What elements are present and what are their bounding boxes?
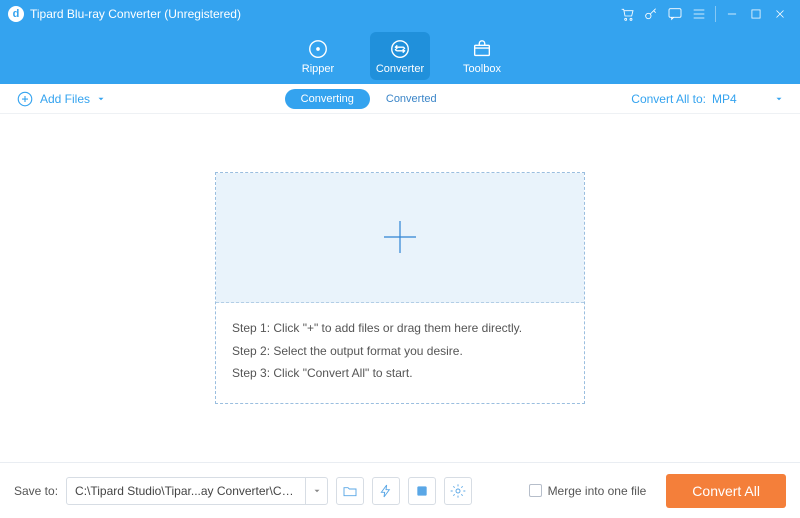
main-area: Step 1: Click "+" to add files or drag t… <box>0 114 800 462</box>
convert-all-button[interactable]: Convert All <box>666 474 786 508</box>
tab-converter-label: Converter <box>376 63 424 75</box>
save-path-dropdown[interactable] <box>305 478 327 504</box>
settings-button[interactable] <box>444 477 472 505</box>
save-to-label: Save to: <box>14 484 58 498</box>
maximize-button[interactable] <box>744 2 768 26</box>
save-path-box: C:\Tipard Studio\Tipar...ay Converter\Co… <box>66 477 328 505</box>
chevron-down-icon <box>774 94 784 104</box>
convert-all-to-dropdown[interactable]: Convert All to: MP4 <box>631 92 784 106</box>
toolbar: Add Files Converting Converted Convert A… <box>0 84 800 114</box>
open-folder-button[interactable] <box>336 477 364 505</box>
svg-text:ON: ON <box>418 489 426 495</box>
feedback-icon[interactable] <box>663 2 687 26</box>
plus-icon <box>380 217 420 257</box>
save-path-value: C:\Tipard Studio\Tipar...ay Converter\Co… <box>67 484 305 498</box>
step-2: Step 2: Select the output format you des… <box>232 340 568 363</box>
chevron-down-icon <box>96 94 106 104</box>
app-logo-icon: d <box>8 6 24 22</box>
window-title: Tipard Blu-ray Converter (Unregistered) <box>30 7 241 21</box>
status-segment: Converting Converted <box>285 89 453 109</box>
step-1: Step 1: Click "+" to add files or drag t… <box>232 317 568 340</box>
seg-converting[interactable]: Converting <box>285 89 370 109</box>
title-bar: d Tipard Blu-ray Converter (Unregistered… <box>0 0 800 28</box>
drop-zone[interactable] <box>216 173 584 303</box>
checkbox-icon <box>529 484 542 497</box>
key-icon[interactable] <box>639 2 663 26</box>
main-nav: Ripper Converter Toolbox <box>0 28 800 84</box>
convert-all-to-label: Convert All to: <box>631 92 706 106</box>
step-3: Step 3: Click "Convert All" to start. <box>232 362 568 385</box>
cart-icon[interactable] <box>615 2 639 26</box>
tab-toolbox[interactable]: Toolbox <box>452 32 512 80</box>
merge-label: Merge into one file <box>548 484 647 498</box>
bottom-bar: Save to: C:\Tipard Studio\Tipar...ay Con… <box>0 462 800 518</box>
close-button[interactable] <box>768 2 792 26</box>
menu-icon[interactable] <box>687 2 711 26</box>
merge-checkbox[interactable]: Merge into one file <box>529 484 647 498</box>
gpu-accel-button[interactable]: ON <box>408 477 436 505</box>
minimize-button[interactable] <box>720 2 744 26</box>
instructions: Step 1: Click "+" to add files or drag t… <box>216 303 584 403</box>
convert-all-to-value: MP4 <box>712 92 768 106</box>
tab-toolbox-label: Toolbox <box>463 63 501 75</box>
seg-converted[interactable]: Converted <box>370 89 453 109</box>
tab-ripper-label: Ripper <box>302 63 334 75</box>
tab-converter[interactable]: Converter <box>370 32 430 80</box>
add-files-label: Add Files <box>40 92 90 106</box>
tab-ripper[interactable]: Ripper <box>288 32 348 80</box>
add-files-button[interactable]: Add Files <box>16 90 106 108</box>
drop-box: Step 1: Click "+" to add files or drag t… <box>215 172 585 404</box>
speed-button[interactable] <box>372 477 400 505</box>
